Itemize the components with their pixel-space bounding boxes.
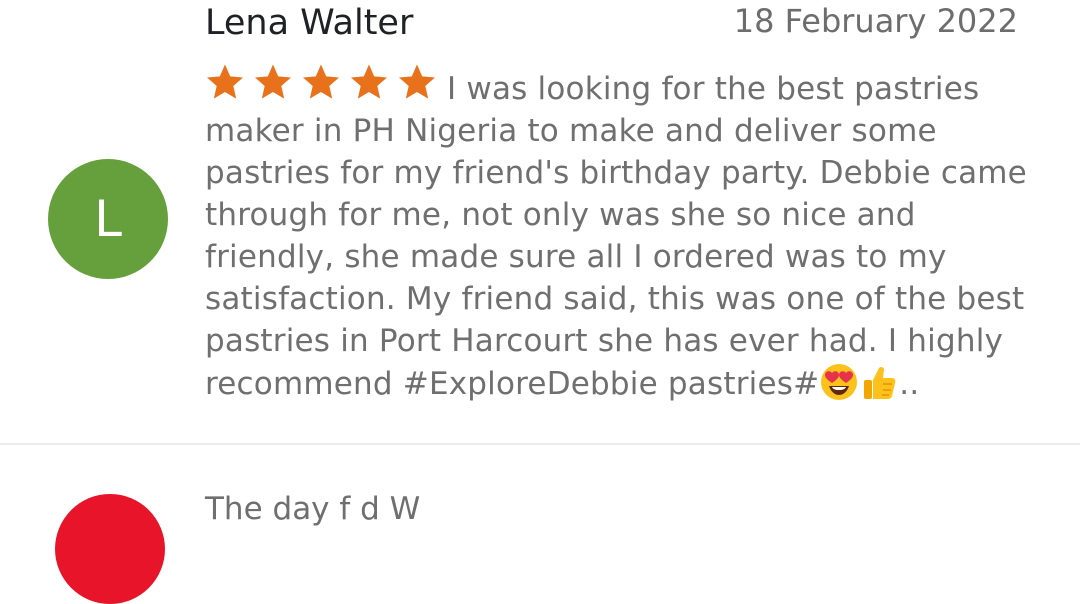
star-icon bbox=[303, 64, 339, 99]
review-card[interactable]: L Lena Walter 18 February 2022 I was loo… bbox=[0, 0, 1080, 444]
review-date: 18 February 2022 bbox=[733, 2, 1018, 40]
review-body[interactable]: I was looking for the best pastries make… bbox=[205, 62, 1045, 405]
review-divider bbox=[0, 443, 1080, 445]
next-review-text: The day f d W bbox=[205, 491, 421, 527]
heart-eyes-emoji-icon bbox=[821, 364, 858, 400]
avatar-letter: L bbox=[94, 190, 122, 248]
star-icon bbox=[207, 64, 243, 99]
thumbs-up-emoji-icon bbox=[864, 366, 896, 399]
star-icon bbox=[351, 64, 387, 99]
star-icon bbox=[399, 64, 435, 99]
review-text: I was looking for the best pastries make… bbox=[205, 71, 1027, 402]
reviewer-avatar[interactable]: L bbox=[48, 159, 168, 279]
star-rating bbox=[205, 62, 437, 102]
review-suffix: .. bbox=[899, 366, 920, 402]
reviewer-name[interactable]: Lena Walter bbox=[205, 1, 413, 45]
star-icon bbox=[255, 64, 291, 99]
